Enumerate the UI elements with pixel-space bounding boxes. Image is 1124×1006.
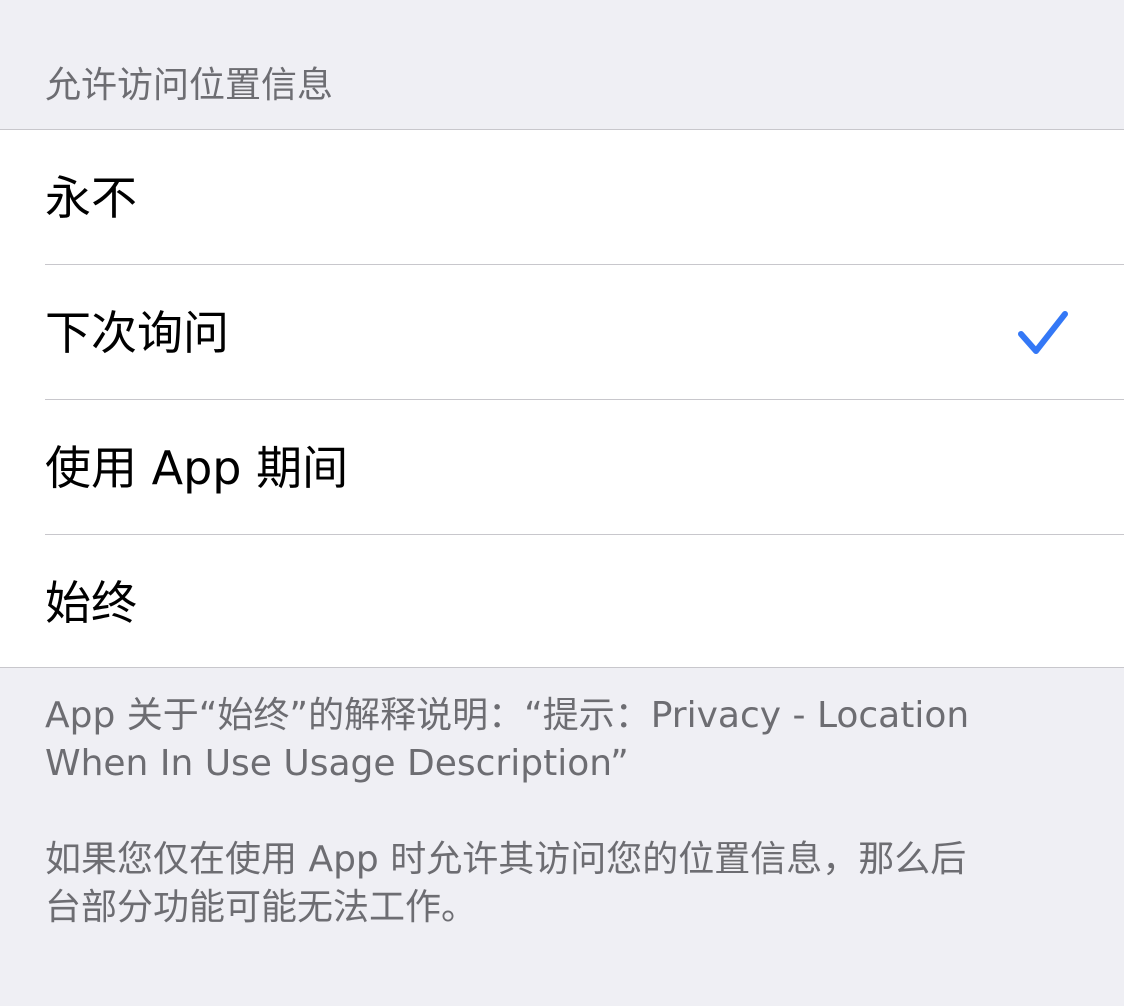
option-always[interactable]: 始终 [0, 535, 1124, 670]
option-never[interactable]: 永不 [0, 130, 1124, 265]
always-explanation-text: App 关于“始终”的解释说明：“提示：Privacy - Location W… [45, 695, 970, 784]
section-header: 允许访问位置信息 [45, 65, 334, 106]
location-access-options: 永不 下次询问 使用 App 期间 始终 [0, 129, 1124, 668]
option-while-using-app[interactable]: 使用 App 期间 [0, 400, 1124, 535]
option-ask-next-time[interactable]: 下次询问 [0, 265, 1124, 400]
option-never-label: 永不 [45, 171, 137, 225]
background-feature-note: 如果您仅在使用 App 时允许其访问您的位置信息，那么后 台部分功能可能无法工作… [45, 839, 967, 928]
option-ask-next-time-label: 下次询问 [45, 306, 229, 360]
option-while-using-app-label: 使用 App 期间 [45, 441, 349, 495]
option-always-label: 始终 [45, 576, 137, 630]
checkmark-icon [1018, 311, 1068, 354]
